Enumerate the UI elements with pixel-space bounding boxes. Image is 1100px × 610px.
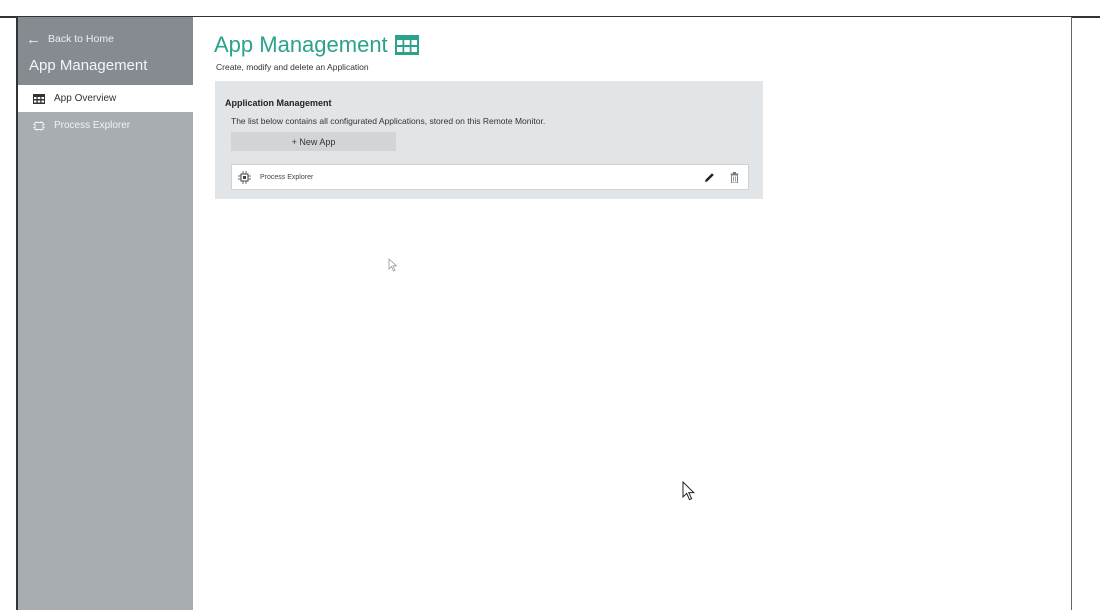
sidebar-item-process-explorer[interactable]: Process Explorer xyxy=(18,112,193,139)
panel-description: The list below contains all configurated… xyxy=(231,116,546,126)
app-grid-icon xyxy=(33,93,45,104)
page-header: App Management xyxy=(214,32,419,58)
chip-icon xyxy=(33,120,45,131)
mouse-cursor-icon xyxy=(682,481,695,501)
sidebar-title: App Management xyxy=(29,57,148,74)
mouse-cursor-icon xyxy=(388,258,398,272)
back-label: Back to Home xyxy=(48,33,114,45)
page-subtitle: Create, modify and delete an Application xyxy=(216,62,369,72)
sidebar-item-label: App Overview xyxy=(54,93,117,104)
application-management-panel: Application Management The list below co… xyxy=(215,81,763,199)
list-item[interactable]: Process Explorer xyxy=(231,164,749,190)
main-content: App Management Create, modify and delete… xyxy=(193,17,1071,610)
arrow-left-icon: ← xyxy=(26,30,41,48)
app-grid-icon xyxy=(394,35,419,55)
sidebar-item-label: Process Explorer xyxy=(54,120,131,131)
new-app-button[interactable]: + New App xyxy=(231,132,396,151)
sidebar: ← Back to Home App Management App Overvi… xyxy=(18,17,193,610)
back-to-home-link[interactable]: ← Back to Home xyxy=(18,17,193,50)
panel-heading: Application Management xyxy=(225,98,332,108)
pencil-icon[interactable] xyxy=(703,171,716,184)
chip-icon xyxy=(238,170,251,184)
app-window: ← Back to Home App Management App Overvi… xyxy=(16,17,1072,610)
sidebar-header: ← Back to Home App Management xyxy=(18,17,193,85)
trash-icon[interactable] xyxy=(730,171,739,183)
sidebar-item-app-overview[interactable]: App Overview xyxy=(18,85,193,112)
app-name: Process Explorer xyxy=(260,173,314,181)
page-title: App Management xyxy=(214,32,388,57)
